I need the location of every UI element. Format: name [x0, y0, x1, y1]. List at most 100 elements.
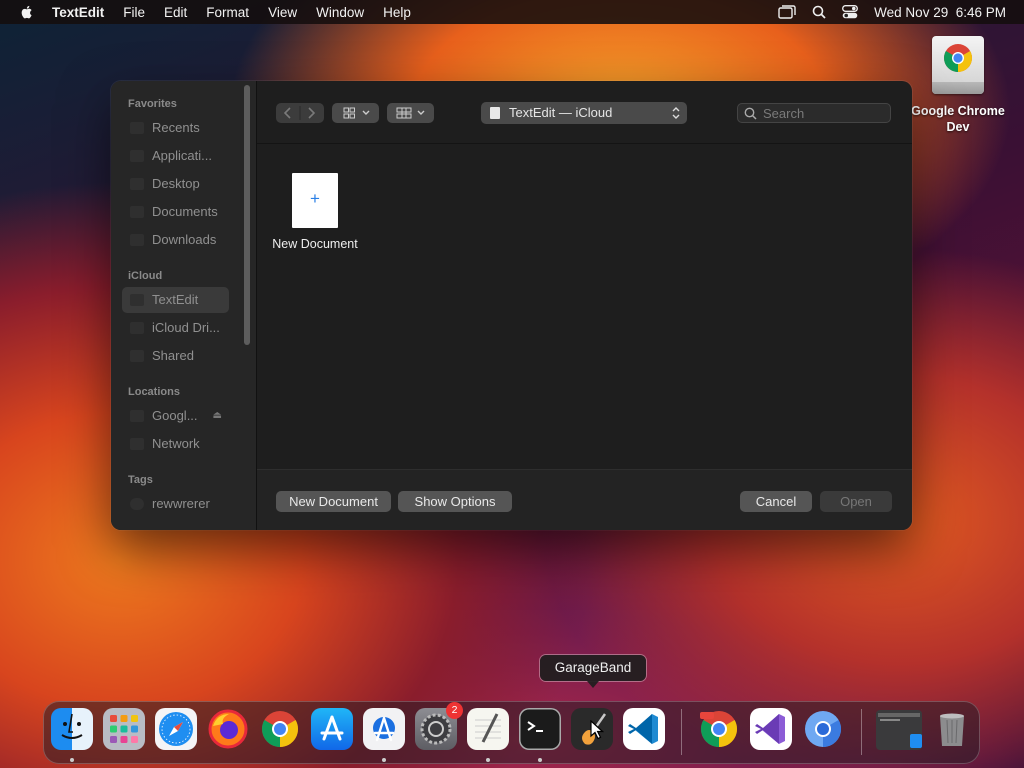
sidebar-item-recents[interactable]: Recents: [122, 115, 229, 141]
desktop-drive-label: Google Chrome Dev: [911, 104, 1005, 134]
dock-separator: [861, 709, 862, 755]
firefox-icon[interactable]: [207, 708, 249, 750]
show-options-button[interactable]: Show Options: [398, 491, 512, 512]
mouse-cursor-icon: [590, 720, 604, 740]
open-file-dialog: Favorites Recents Applicati... Desktop D…: [111, 81, 912, 530]
download-icon: [130, 234, 144, 246]
forward-chevron-icon: [308, 107, 316, 119]
sidebar-item-applications[interactable]: Applicati...: [122, 143, 229, 169]
sidebar-item-label: Network: [152, 436, 200, 451]
sidebar-item-label: TextEdit: [152, 292, 199, 307]
google-chrome-icon[interactable]: [259, 708, 301, 750]
visual-studio-icon[interactable]: [750, 708, 792, 750]
sidebar-item-downloads[interactable]: Downloads: [122, 227, 229, 253]
search-icon: [744, 107, 757, 120]
applications-icon: [130, 150, 144, 162]
desktop-drive-google-chrome-dev[interactable]: Google Chrome Dev: [908, 36, 1008, 135]
menu-help[interactable]: Help: [383, 5, 411, 20]
dock-separator: [681, 709, 682, 755]
sidebar-item-google-drive[interactable]: Googl... ⏏: [122, 403, 232, 429]
sidebar-item-label: Applicati...: [152, 148, 212, 163]
menu-view[interactable]: View: [268, 5, 297, 20]
group-by-button[interactable]: [387, 103, 434, 123]
dialog-footer: New Document Show Options Cancel Open: [257, 469, 912, 530]
menu-clock[interactable]: Wed Nov 29 6:46 PM: [874, 5, 1006, 20]
app-store-icon[interactable]: [311, 708, 353, 750]
network-icon: [130, 438, 144, 450]
sidebar-item-label: Recents: [152, 120, 200, 135]
finder-icon[interactable]: [51, 708, 93, 750]
textedit-icon[interactable]: [467, 708, 509, 750]
running-indicator: [538, 758, 542, 762]
new-document-label: New Document: [272, 237, 358, 251]
location-label: TextEdit — iCloud: [509, 105, 613, 120]
sidebar-section-tags: Tags: [128, 474, 153, 486]
downloads-stack-icon[interactable]: [876, 710, 922, 750]
screen-mirroring-icon[interactable]: [778, 5, 796, 19]
sidebar-item-label: Desktop: [152, 176, 200, 191]
chrome-logo-icon: [944, 44, 972, 72]
new-document-item[interactable]: + New Document: [267, 173, 363, 251]
tag-icon: [130, 498, 144, 510]
cancel-button[interactable]: Cancel: [740, 491, 812, 512]
sidebar-item-icloud-drive[interactable]: iCloud Dri...: [122, 315, 229, 341]
back-forward-group: [276, 103, 324, 123]
launchpad-icon[interactable]: [103, 708, 145, 750]
clock-icon: [130, 122, 144, 134]
menu-window[interactable]: Window: [316, 5, 364, 20]
sidebar-item-tag[interactable]: rewwrerer: [122, 491, 229, 517]
search-field[interactable]: [737, 103, 891, 123]
search-input[interactable]: [763, 103, 883, 123]
icon-view-button[interactable]: [332, 103, 379, 123]
sidebar-item-label: Shared: [152, 348, 194, 363]
safari-icon[interactable]: [155, 708, 197, 750]
new-document-icon: +: [292, 173, 338, 228]
dialog-toolbar: TextEdit — iCloud: [257, 81, 912, 144]
instruments-icon[interactable]: [363, 708, 405, 750]
dock: 2: [43, 701, 980, 764]
dialog-sidebar: Favorites Recents Applicati... Desktop D…: [111, 81, 257, 530]
sidebar-item-label: rewwrerer: [152, 496, 210, 511]
running-indicator: [382, 758, 386, 762]
trash-icon[interactable]: [931, 708, 973, 750]
group-view-icon: [396, 107, 425, 119]
sidebar-item-documents[interactable]: Documents: [122, 199, 229, 225]
file-browser-area[interactable]: + New Document: [257, 144, 912, 468]
apple-menu-icon[interactable]: [18, 3, 36, 21]
menu-file[interactable]: File: [123, 5, 145, 20]
desktop-icon: [130, 178, 144, 190]
system-settings-icon[interactable]: 2: [415, 702, 463, 750]
shared-folder-icon: [130, 350, 144, 362]
terminal-icon[interactable]: [519, 708, 561, 750]
menu-app-name[interactable]: TextEdit: [52, 5, 104, 20]
sidebar-item-shared[interactable]: Shared: [122, 343, 229, 369]
document-icon: [490, 107, 500, 119]
sidebar-item-network[interactable]: Network: [122, 431, 229, 457]
sidebar-item-desktop[interactable]: Desktop: [122, 171, 229, 197]
control-center-icon[interactable]: [842, 5, 859, 19]
menu-edit[interactable]: Edit: [164, 5, 187, 20]
cloud-icon: [130, 322, 144, 334]
running-indicator: [70, 758, 74, 762]
back-chevron-icon: [283, 107, 291, 119]
location-popup[interactable]: TextEdit — iCloud: [481, 102, 687, 124]
folder-icon: [130, 294, 144, 306]
external-drive-icon: [932, 36, 984, 94]
new-document-button[interactable]: New Document: [276, 491, 391, 512]
spotlight-icon[interactable]: [812, 5, 826, 19]
running-indicator: [486, 758, 490, 762]
visual-studio-code-icon[interactable]: [623, 708, 665, 750]
menu-bar: TextEdit File Edit Format View Window He…: [0, 0, 1024, 24]
grid-view-icon: [343, 107, 370, 119]
popup-arrows-icon: [672, 107, 680, 119]
sidebar-scrollbar[interactable]: [244, 85, 250, 345]
eject-icon[interactable]: ⏏: [213, 403, 222, 429]
chromium-icon[interactable]: [802, 708, 844, 750]
open-button[interactable]: Open: [820, 491, 892, 512]
sidebar-item-textedit[interactable]: TextEdit: [122, 287, 229, 313]
google-chrome-dev-icon[interactable]: [698, 708, 740, 750]
sidebar-item-label: iCloud Dri...: [152, 320, 220, 335]
sidebar-section-icloud: iCloud: [128, 270, 163, 282]
sidebar-section-favorites: Favorites: [128, 98, 177, 110]
menu-format[interactable]: Format: [206, 5, 249, 20]
